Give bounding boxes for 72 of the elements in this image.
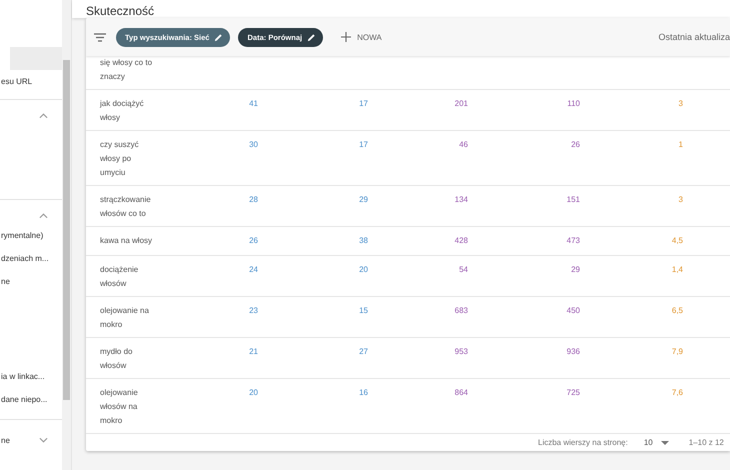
dropdown-caret-icon [660,440,669,444]
metric-cell-text: 46 [458,139,468,151]
metric-cell-text: 134 [454,194,468,206]
metric-cell-text: 725 [566,387,580,399]
rows-per-page-select[interactable]: 10 [638,437,675,448]
metric-cell-text: 201 [454,98,468,110]
metric-cell-text: 936 [566,346,580,358]
metric-cell-text: 17 [358,139,368,151]
sidebar-item[interactable]: ia w linkac... [0,365,62,388]
page-title: Skuteczność [86,4,154,18]
metric-cell-text: 24 [248,264,258,276]
metric-cell-text: 110 [566,98,580,110]
sidebar-item[interactable]: ne [0,270,62,293]
metric-cell-text: 29 [358,194,368,206]
rows-per-page-label: Liczba wierszy na stronę: [538,438,628,447]
pencil-icon [307,32,316,42]
scrollbar-thumb[interactable] [63,60,70,400]
query-cell-text: olejowanie włosów na mokro [100,387,139,427]
sidebar-item[interactable]: rymentalne) [0,224,62,247]
chevron-down-icon[interactable] [39,437,48,443]
metric-cell-text: 1 [678,139,683,151]
metric-cell-text: 450 [566,305,580,317]
new-filter-button[interactable]: NOWA [335,31,388,43]
query-cell-text: kawa na włosy [100,235,154,247]
query-cell-text: strączkowanie włosów co to [100,194,152,220]
query-cell-text: mydło do włosów [100,346,134,372]
metric-cell-text: 864 [454,387,468,399]
metric-cell-text: 26 [570,139,580,151]
metric-cell-text: 683 [454,305,468,317]
scrollbar[interactable] [62,0,71,470]
filter-icon[interactable] [94,32,106,42]
metric-cell-text: 54 [458,264,468,276]
metric-cell-text: 27 [358,346,368,358]
metric-cell-text: 7,6 [670,387,683,399]
sidebar-item[interactable]: dane niepo... [0,388,62,411]
metric-cell-text: 23 [248,305,258,317]
metric-cell-text: 21 [248,346,258,358]
metric-cell-text: 3 [678,98,683,110]
metric-cell-text: 20 [248,387,258,399]
metric-cell-text: 15 [358,305,368,317]
query-cell-text: dociążenie włosów [100,264,140,290]
plus-icon [341,32,352,42]
metric-cell-text: 30 [248,139,258,151]
pencil-icon [214,32,224,42]
sidebar-item[interactable]: esu URL [0,70,62,93]
chevron-up-icon[interactable] [39,213,48,219]
metric-cell-text: 151 [566,194,580,206]
metric-cell-text: 41 [248,98,258,110]
metric-cell-text: 953 [454,346,468,358]
sidebar-item[interactable]: dzeniach m... [0,247,62,270]
metric-cell-text: 3 [678,194,683,206]
query-cell-text: olejowanie na mokro [100,305,150,331]
metric-cell-text: 473 [566,235,580,247]
metric-cell-text: 16 [358,387,368,399]
metric-cell-text: 20 [358,264,368,276]
page-range-text: 1–10 z 12 [688,438,724,447]
metric-cell-text: 1,4 [670,264,683,276]
metric-cell-text: 17 [358,98,368,110]
query-cell-text: jak dociążyć włosy [100,98,145,124]
metric-cell-text: 4,5 [670,235,683,247]
last-update-text: Ostatnia aktualiza [658,32,730,42]
metric-cell-text: 428 [454,235,468,247]
metric-cell-text: 28 [248,194,258,206]
query-cell-text: się włosy co to znaczy [100,57,154,83]
metric-cell-text: 7,9 [670,346,683,358]
metric-cell-text: 6,5 [670,305,683,317]
section-label: ne [0,436,10,444]
metric-cell-text: 38 [358,235,368,247]
metric-cell-text: 26 [248,235,258,247]
metric-cell-text: 29 [570,264,580,276]
chevron-up-icon[interactable] [39,113,48,119]
query-cell-text: czy suszyć włosy po umyciu [100,139,140,179]
